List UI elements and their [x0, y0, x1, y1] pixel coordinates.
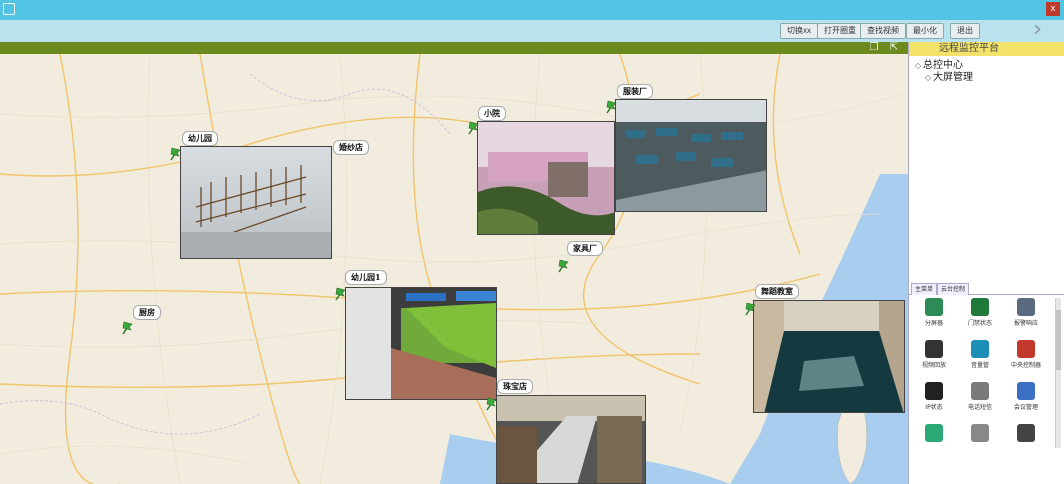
tree-node-label: 总控中心 [923, 60, 963, 71]
function-tile-label: 视频回放 [921, 362, 946, 369]
function-tile-label: 电话短信 [967, 404, 992, 411]
screen-icon [971, 424, 989, 442]
toolbar: 切换xx 打开圈重 查找视频 最小化 退出 › [0, 19, 1064, 42]
split-screen-icon [925, 298, 943, 316]
camera-feed-kindergarten-1[interactable] [345, 287, 497, 400]
pin-label-furniture-factory[interactable]: 家具厂 [567, 241, 603, 256]
scrollbar-thumb[interactable] [1056, 310, 1061, 370]
camera-feed-garment-factory[interactable] [615, 99, 767, 212]
function-tile[interactable] [917, 424, 951, 460]
alarm-response-icon [1017, 298, 1035, 316]
pin-label-courtyard[interactable]: 小院 [478, 106, 506, 121]
next-arrow-icon[interactable]: › [1033, 19, 1042, 41]
pin-label-jewelry-store[interactable]: 珠宝店 [497, 379, 533, 394]
camera-feed-jewelry-store[interactable] [496, 395, 646, 484]
tab-ptz-control[interactable]: 云台控制 [937, 283, 970, 295]
function-tile[interactable]: 音量管 [963, 340, 997, 376]
pin-label-dance-classroom[interactable]: 舞蹈教室 [755, 284, 799, 299]
location-pin-icon[interactable] [604, 99, 618, 115]
map-background [0, 54, 908, 484]
location-pin-icon[interactable] [120, 320, 134, 336]
location-pin-icon[interactable] [556, 258, 570, 274]
location-pin-icon[interactable] [168, 146, 182, 162]
function-tile-label: 门禁状态 [967, 320, 992, 327]
app-window: x 切换xx 打开圈重 查找视频 最小化 退出 › ❐ ⇱ 幼儿园 婚纱店 小院… [0, 0, 1064, 484]
tree-expand-icon[interactable]: ◇ [925, 72, 933, 84]
siren-icon [1017, 340, 1035, 358]
function-tile[interactable]: 分屏器 [917, 298, 951, 334]
function-tile[interactable] [1009, 424, 1043, 460]
pin-label-kindergarten-1[interactable]: 幼儿园1 [345, 270, 387, 285]
function-tile[interactable]: 电话短信 [963, 382, 997, 418]
playback-icon [925, 340, 943, 358]
switch-button[interactable]: 切换xx [780, 23, 818, 39]
tab-main-menu[interactable]: 主菜单 [911, 283, 938, 295]
speaker-icon [1017, 424, 1035, 442]
ip-status-icon [925, 382, 943, 400]
app-icon [3, 3, 15, 15]
function-tile-label: IP状态 [925, 404, 943, 411]
title-bar: x [0, 0, 1064, 20]
function-tile-label: 会议管理 [1013, 404, 1038, 411]
function-tile[interactable]: 报警响应 [1009, 298, 1043, 334]
minimize-button[interactable]: 最小化 [906, 23, 944, 39]
function-tile-label: 报警响应 [1013, 320, 1038, 327]
restore-window-icon[interactable]: ❐ [868, 42, 880, 53]
tree-node-control-center[interactable]: ◇ 总控中心 [915, 60, 1058, 72]
tree-expand-icon[interactable]: ◇ [915, 60, 923, 72]
function-tile-label: 分屏器 [924, 320, 943, 327]
panel-tabs: 主菜单 云台控制 [909, 283, 1064, 295]
tree-node-screen-management[interactable]: ◇ 大屏管理 [915, 72, 1058, 84]
function-grid-scrollbar[interactable] [1055, 298, 1061, 448]
pin-label-garment-factory[interactable]: 服装厂 [617, 84, 653, 99]
pin-label-kitchen[interactable]: 厨房 [133, 305, 161, 320]
platform-title: 远程监控平台 [909, 42, 1064, 56]
function-tile-label: 音量管 [970, 362, 989, 369]
location-pin-icon[interactable] [484, 396, 498, 412]
globe-icon [925, 424, 943, 442]
camera-feed-courtyard[interactable] [477, 121, 615, 235]
location-pin-icon[interactable] [743, 301, 757, 317]
pin-label-kindergarten[interactable]: 幼儿园 [182, 131, 218, 146]
camera-feed-dance-classroom[interactable] [753, 300, 905, 413]
pin-label-bridal-shop[interactable]: 婚纱店 [333, 140, 369, 155]
user-icon [1017, 382, 1035, 400]
close-button[interactable]: x [1046, 2, 1060, 16]
volume-icon [971, 340, 989, 358]
function-tile-label: 中央控制器 [1010, 362, 1041, 369]
map-header-strip: ❐ ⇱ [0, 42, 908, 54]
exit-button[interactable]: 退出 [950, 23, 980, 39]
device-tree: ◇ 总控中心 ◇ 大屏管理 [909, 56, 1064, 88]
camera-feed-kindergarten[interactable] [180, 146, 332, 259]
tree-node-label: 大屏管理 [933, 72, 973, 83]
open-layout-button[interactable]: 打开圈重 [817, 23, 863, 39]
function-tile[interactable]: 中央控制器 [1009, 340, 1043, 376]
phone-icon [971, 382, 989, 400]
function-tile[interactable]: IP状态 [917, 382, 951, 418]
location-pin-icon[interactable] [466, 120, 480, 136]
location-pin-icon[interactable] [333, 286, 347, 302]
side-panel: 远程监控平台 ◇ 总控中心 ◇ 大屏管理 主菜单 云台控制 分屏器 门禁状态 报警响应视… [908, 42, 1064, 484]
map-view[interactable]: 幼儿园 婚纱店 小院 服装厂 家具厂 幼儿园1 厨房 舞蹈教室 珠宝店 [0, 54, 908, 484]
fullscreen-icon[interactable]: ⇱ [888, 42, 900, 53]
door-icon [971, 298, 989, 316]
find-video-button[interactable]: 查找视频 [860, 23, 906, 39]
function-tile[interactable] [963, 424, 997, 460]
function-tile[interactable]: 视频回放 [917, 340, 951, 376]
function-tile[interactable]: 门禁状态 [963, 298, 997, 334]
function-tile[interactable]: 会议管理 [1009, 382, 1043, 418]
